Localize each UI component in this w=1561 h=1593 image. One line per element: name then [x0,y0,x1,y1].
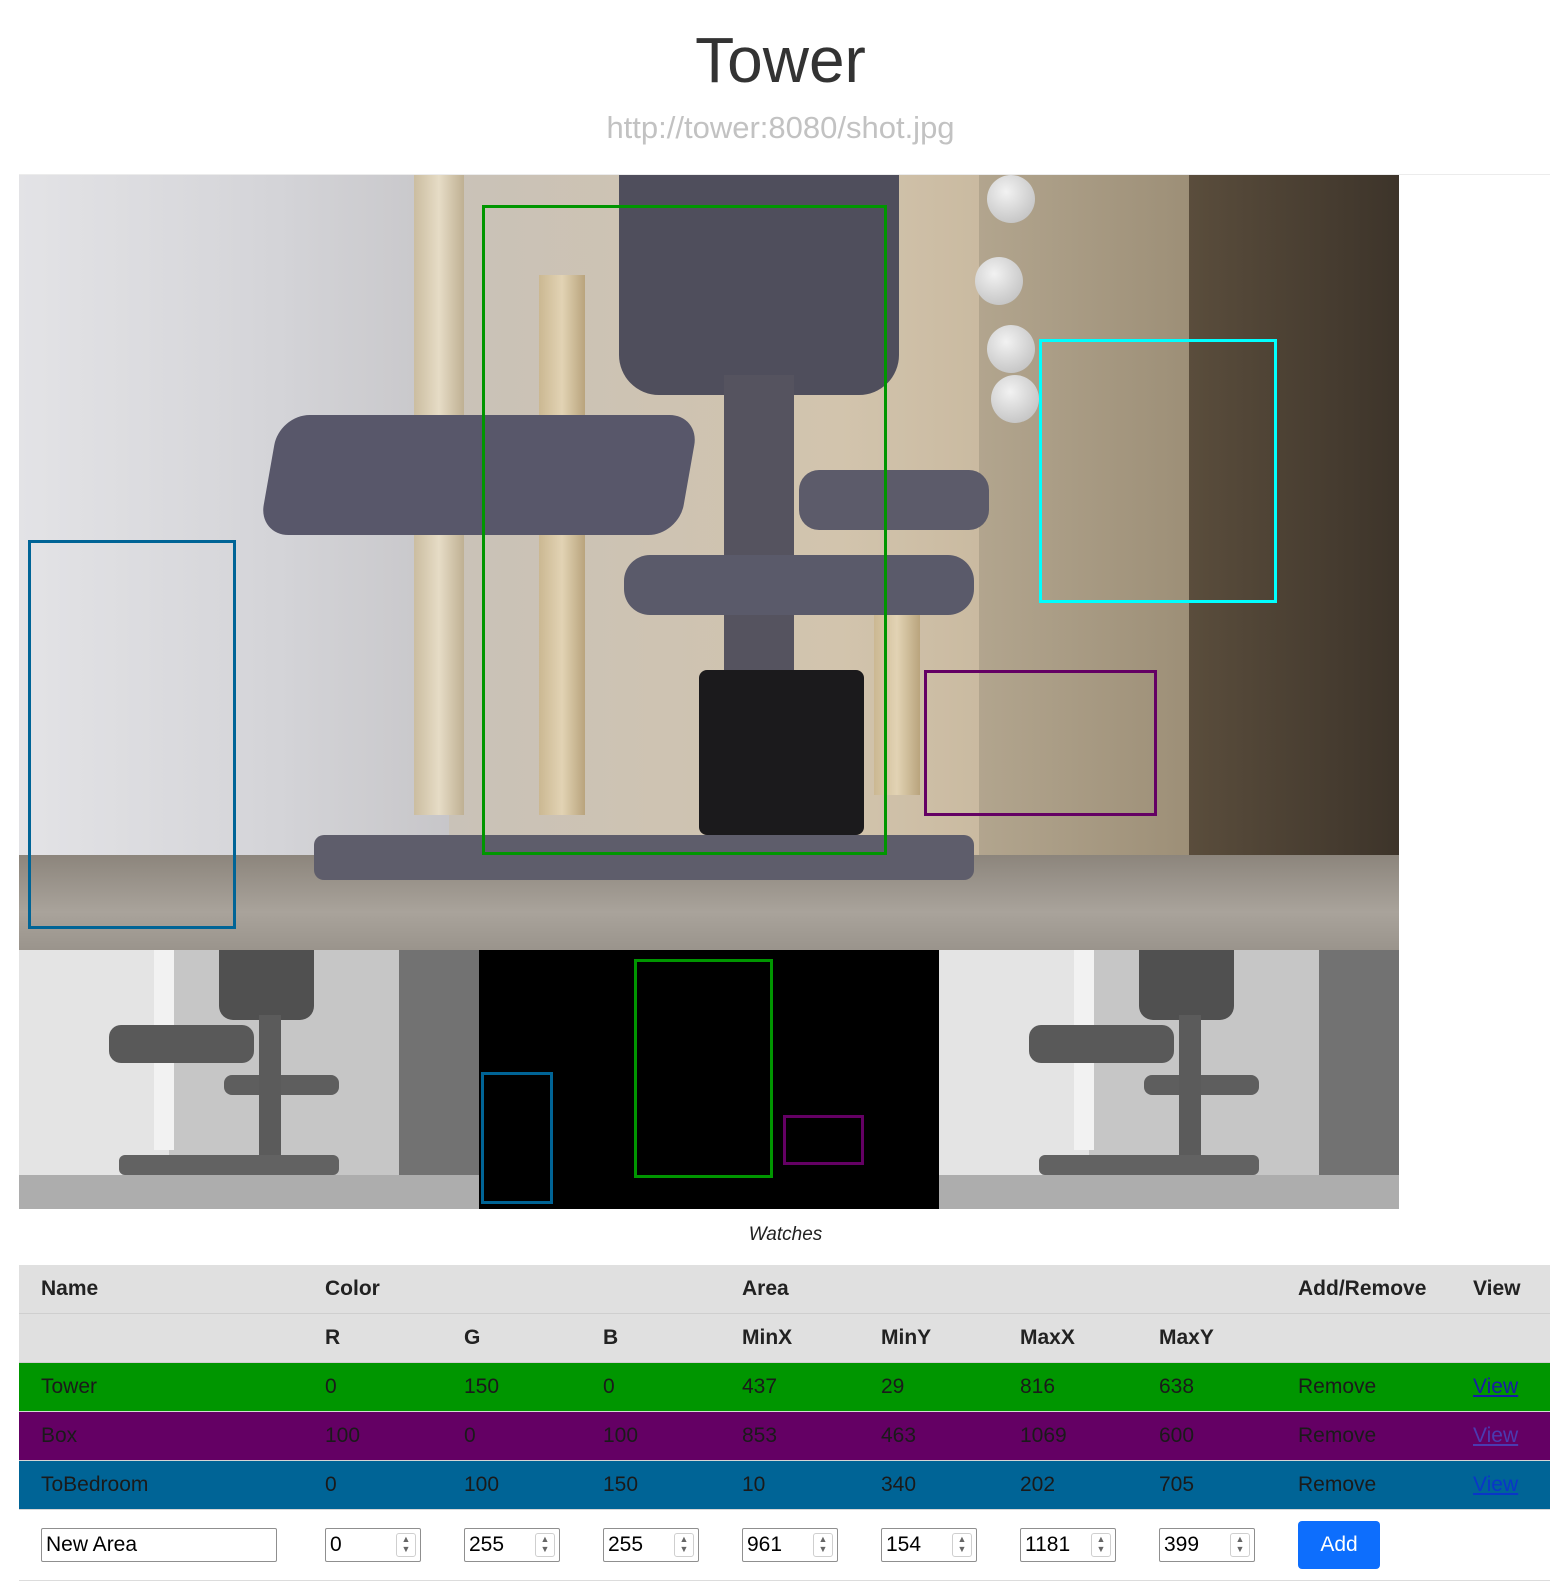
cell-name: Box [19,1411,303,1461]
thumbnail-mask [479,950,939,1209]
g-input[interactable] [467,1530,529,1560]
header-name: Name [19,1265,303,1314]
cell-maxy: 705 [1137,1460,1277,1510]
add-button[interactable]: Add [1298,1521,1381,1569]
cell-maxx: 1069 [998,1411,1137,1461]
cell-r: 0 [303,1460,442,1510]
subheader-b: B [581,1313,720,1363]
cell-b: 0 [581,1362,720,1412]
spin-arrows-icon[interactable]: ▲ ▼ [952,1533,972,1557]
b-input[interactable] [606,1530,668,1560]
maxx-input[interactable] [1023,1530,1085,1560]
remove-button[interactable]: Remove [1276,1411,1452,1461]
miny-stepper[interactable]: ▲▼ [881,1528,977,1562]
header-view: View [1451,1265,1551,1314]
view-link[interactable]: View [1473,1473,1518,1496]
cell-g: 100 [442,1460,581,1510]
cell-minx: 853 [720,1411,859,1461]
watch-box-new-area [1039,339,1277,603]
cell-miny: 29 [859,1362,998,1412]
mask-box-box [783,1115,864,1165]
watches-caption: Watches [748,1224,823,1245]
spin-arrows-icon[interactable]: ▲ ▼ [674,1533,694,1557]
cell-minx: 10 [720,1460,859,1510]
subheader-minx: MinX [720,1313,859,1363]
watches-table: Name Color Area Add/Remove View R G B Mi… [19,1265,1551,1581]
cell-miny: 463 [859,1411,998,1461]
subheader-g: G [442,1313,581,1363]
maxy-input[interactable] [1162,1530,1224,1560]
subheader-miny: MinY [859,1313,998,1363]
cell-maxx: 202 [998,1460,1137,1510]
new-area-name-input[interactable] [41,1528,277,1562]
cell-name: ToBedroom [19,1460,303,1510]
minx-input[interactable] [745,1530,807,1560]
header-color: Color [303,1265,720,1314]
page-title: Tower [695,24,866,96]
cell-b: 100 [581,1411,720,1461]
spin-arrows-icon[interactable]: ▲ ▼ [1230,1533,1250,1557]
watch-box-tower [482,205,887,855]
cell-name: Tower [19,1362,303,1412]
thumbnail-grayscale-right [939,950,1399,1209]
cell-b: 150 [581,1460,720,1510]
thumbnail-grayscale-left [19,950,479,1209]
remove-button[interactable]: Remove [1276,1460,1452,1510]
camera-url: http://tower:8080/shot.jpg [606,110,955,145]
cell-g: 0 [442,1411,581,1461]
cell-maxy: 638 [1137,1362,1277,1412]
header-area: Area [720,1265,1277,1314]
subheader-maxy: MaxY [1137,1313,1277,1363]
mask-box-tower [634,959,773,1178]
cell-maxx: 816 [998,1362,1137,1412]
g-stepper[interactable]: ▲▼ [464,1528,560,1562]
cell-maxy: 600 [1137,1411,1277,1461]
spin-arrows-icon[interactable]: ▲ ▼ [1091,1533,1111,1557]
camera-image [19,175,1399,950]
new-area-row: ▲▼ ▲▼ ▲▼ ▲▼ ▲▼ ▲▼ ▲▼ Add [19,1509,1551,1581]
maxy-stepper[interactable]: ▲▼ [1159,1528,1255,1562]
miny-input[interactable] [884,1530,946,1560]
header-add-remove: Add/Remove [1276,1265,1452,1314]
mask-box-to-bedroom [481,1072,553,1204]
minx-stepper[interactable]: ▲▼ [742,1528,838,1562]
view-link[interactable]: View [1473,1424,1518,1447]
cell-minx: 437 [720,1362,859,1412]
remove-button[interactable]: Remove [1276,1362,1452,1412]
table-row: Tower 0 150 0 437 29 816 638 Remove View [19,1362,1551,1412]
watch-box-to-bedroom [28,540,236,929]
r-input[interactable] [328,1530,390,1560]
b-stepper[interactable]: ▲▼ [603,1528,699,1562]
table-row: Box 100 0 100 853 463 1069 600 Remove Vi… [19,1411,1551,1461]
table-header-row: Name Color Area Add/Remove View [19,1265,1551,1314]
cell-miny: 340 [859,1460,998,1510]
view-link[interactable]: View [1473,1375,1518,1398]
subheader-maxx: MaxX [998,1313,1137,1363]
spin-arrows-icon[interactable]: ▲ ▼ [813,1533,833,1557]
cell-r: 0 [303,1362,442,1412]
maxx-stepper[interactable]: ▲▼ [1020,1528,1116,1562]
spin-arrows-icon[interactable]: ▲ ▼ [535,1533,555,1557]
table-subheader-row: R G B MinX MinY MaxX MaxY [19,1313,1551,1363]
cell-g: 150 [442,1362,581,1412]
cell-r: 100 [303,1411,442,1461]
r-stepper[interactable]: ▲▼ [325,1528,421,1562]
watch-box-box [924,670,1157,816]
subheader-r: R [303,1313,442,1363]
spin-arrows-icon[interactable]: ▲ ▼ [396,1533,416,1557]
table-row: ToBedroom 0 100 150 10 340 202 705 Remov… [19,1460,1551,1510]
